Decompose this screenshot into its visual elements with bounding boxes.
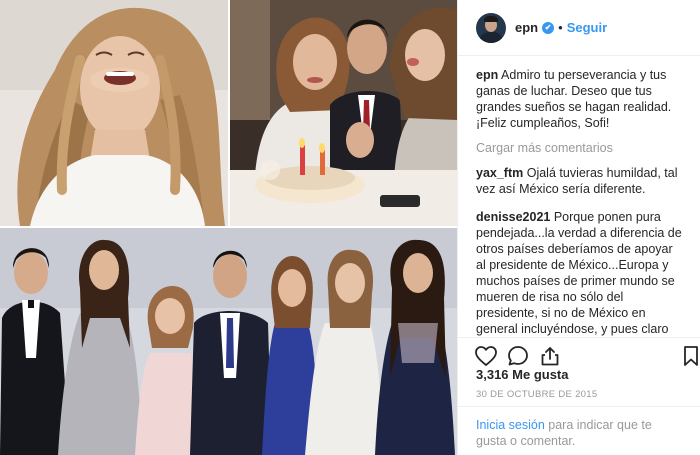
- verified-badge-icon: ✔: [542, 21, 555, 34]
- header-separator: •: [558, 20, 563, 35]
- login-prompt: Inicia sesión para indicar que te gusta …: [458, 406, 700, 455]
- post-date: 30 DE OCTUBRE DE 2015: [476, 389, 598, 400]
- follow-button[interactable]: Seguir: [567, 20, 607, 35]
- load-more-comments-button[interactable]: Cargar más comentarios: [476, 141, 683, 155]
- caption-text: Admiro tu perseverancia y tus ganas de l…: [476, 68, 672, 130]
- bookmark-icon[interactable]: [679, 344, 700, 368]
- comment-username[interactable]: denisse2021: [476, 210, 550, 224]
- photo-laughing-woman: [0, 0, 228, 226]
- post-image[interactable]: [0, 0, 457, 455]
- caption-username[interactable]: epn: [476, 68, 498, 82]
- post-details-panel: epn ✔ • Seguir epn Admiro tu perseveranc…: [457, 0, 700, 455]
- caption: epn Admiro tu perseverancia y tus ganas …: [476, 67, 683, 131]
- comment: yax_ftm Ojalá tuvieras humildad, tal vez…: [476, 165, 683, 197]
- login-link[interactable]: Inicia sesión: [476, 418, 545, 432]
- action-bar: [458, 337, 700, 371]
- share-icon[interactable]: [538, 344, 562, 368]
- username-link[interactable]: epn: [515, 20, 538, 35]
- heart-icon[interactable]: [474, 344, 498, 368]
- comment-bubble-icon[interactable]: [506, 344, 530, 368]
- comment-username[interactable]: yax_ftm: [476, 166, 523, 180]
- comment: denisse2021 Porque ponen pura pendejada.…: [476, 209, 683, 337]
- photo-birthday-cake: [230, 0, 457, 226]
- comment-text: Porque ponen pura pendejada...la verdad …: [476, 210, 682, 336]
- photo-family-group: [0, 228, 457, 455]
- post-header: epn ✔ • Seguir: [458, 0, 700, 56]
- comments-list[interactable]: epn Admiro tu perseverancia y tus ganas …: [458, 57, 700, 337]
- avatar[interactable]: [476, 12, 506, 43]
- likes-count[interactable]: 3,316 Me gusta: [476, 367, 569, 382]
